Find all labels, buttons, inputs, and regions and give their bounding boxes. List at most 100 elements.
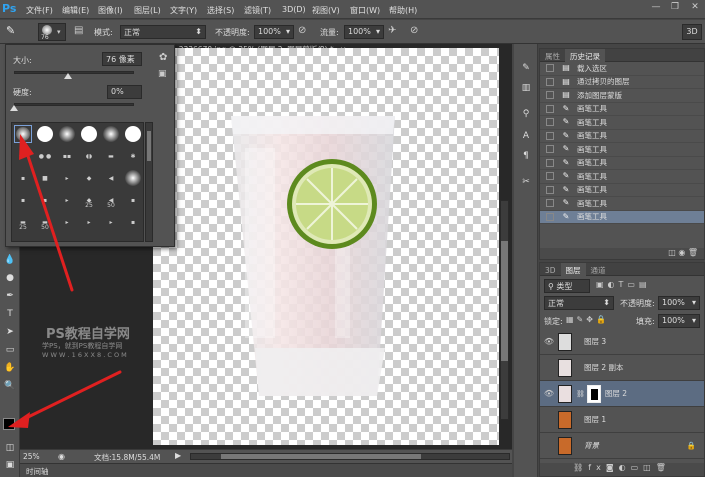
tab-3d[interactable]: 3D (540, 264, 561, 277)
hard-round-brush-preset[interactable] (80, 125, 98, 143)
timeline-label[interactable]: 时间轴 (26, 466, 49, 477)
blend-mode-select[interactable]: 正常 ⬍ (544, 296, 614, 310)
layer-row[interactable]: 图层 2 副本 (540, 355, 704, 381)
blur-tool-icon[interactable]: 💧 (3, 254, 17, 267)
layer-row[interactable]: 背景 🔒 (540, 433, 704, 459)
brush-preset[interactable]: ◆ 25 (80, 191, 98, 210)
trash-icon[interactable]: 🗑 (688, 248, 698, 257)
snapshot-checkbox[interactable] (546, 118, 554, 127)
soft-round-brush-preset[interactable] (102, 125, 120, 143)
brush-size-slider-thumb[interactable] (64, 73, 72, 79)
quick-mask-icon[interactable]: ◫ (3, 442, 17, 455)
brush-panel-toggle-icon[interactable]: ▤ (74, 25, 88, 39)
camera-icon[interactable]: ◉ (678, 248, 685, 257)
menu-edit[interactable]: 编辑(E) (62, 5, 89, 16)
brush-preset[interactable]: • • (14, 147, 32, 165)
history-item-selected[interactable]: ✎ 画笔工具 (540, 210, 704, 224)
flow-field[interactable]: 100% ▾ (344, 25, 384, 39)
clone-source-icon[interactable]: ⚲ (519, 108, 533, 121)
layer-opacity-field[interactable]: 100% ▾ (658, 296, 700, 310)
layer-row[interactable]: 图层 1 (540, 407, 704, 433)
adjustment-layer-icon[interactable]: ◐ (619, 463, 631, 472)
pressure-size-icon[interactable]: ⊘ (410, 25, 424, 39)
fill-field[interactable]: 100% ▾ (658, 314, 700, 328)
screen-mode-icon[interactable]: ▣ (3, 459, 17, 472)
brush-preset-picker[interactable]: 76 ▾ (38, 23, 66, 41)
snapshot-checkbox[interactable] (546, 185, 554, 194)
add-mask-icon[interactable]: ◙ (606, 463, 619, 472)
menu-view[interactable]: 视图(V) (312, 5, 340, 16)
brush-preset[interactable]: ◆ (80, 169, 98, 187)
brush-preset[interactable]: ◖◗ (80, 147, 98, 165)
expand-right-icon[interactable]: ▶ (175, 451, 181, 460)
menu-filter[interactable]: 滤镜(T) (244, 5, 271, 16)
brush-preset[interactable]: ◀ (102, 169, 120, 187)
mode-select[interactable]: 正常 ⬍ (120, 25, 206, 39)
soft-round-brush-preset[interactable] (14, 125, 32, 143)
hard-round-brush-preset[interactable] (36, 125, 54, 143)
brush-preset[interactable]: ▪ (36, 191, 54, 209)
close-icon[interactable]: ✕ (686, 2, 704, 16)
tab-channels[interactable]: 通道 (586, 263, 611, 278)
opacity-field[interactable]: 100% ▾ (254, 25, 294, 39)
brush-preset[interactable]: ▪▪ (58, 147, 76, 165)
soft-round-brush-preset[interactable] (58, 125, 76, 143)
brush-preset[interactable]: ▪ (14, 191, 32, 209)
menu-select[interactable]: 选择(S) (207, 5, 234, 16)
snapshot-checkbox[interactable] (546, 212, 554, 221)
brush-preset[interactable]: ▪ (124, 213, 142, 231)
share-icon[interactable]: ◉ (58, 452, 65, 461)
history-item[interactable]: ✎ 画笔工具 (540, 143, 704, 157)
history-item[interactable]: ▤ 通过拷贝的图层 (540, 76, 704, 89)
layer-row-selected[interactable]: 👁 ⛓ 图层 2 (540, 381, 704, 407)
tab-properties[interactable]: 属性 (540, 49, 565, 64)
brush-size-field[interactable]: 76 像素 (102, 52, 142, 66)
pressure-opacity-icon[interactable]: ⊘ (298, 25, 312, 39)
soft-round-brush-preset[interactable] (124, 169, 142, 187)
tab-history[interactable]: 历史记录 (565, 49, 605, 64)
brush-preset[interactable]: ▬ (102, 147, 120, 165)
type-tool-icon[interactable]: T (3, 308, 17, 321)
shape-tool-icon[interactable]: ▭ (3, 344, 17, 357)
menu-file[interactable]: 文件(F) (26, 5, 53, 16)
preset-scrollbar[interactable] (145, 122, 153, 242)
new-group-icon[interactable]: ▭ (631, 463, 644, 472)
pen-tool-icon[interactable]: ✒ (3, 290, 17, 303)
snapshot-checkbox[interactable] (546, 158, 554, 167)
history-item[interactable]: ✎ 画笔工具 (540, 130, 704, 143)
brush-preset[interactable]: ▸ (80, 213, 98, 231)
new-preset-icon[interactable]: ▣ (158, 69, 167, 79)
menu-image[interactable]: 图像(I) (98, 5, 123, 16)
history-item[interactable]: ✎ 画笔工具 (540, 157, 704, 170)
brush-hardness-slider-thumb[interactable] (10, 105, 18, 111)
menu-3d[interactable]: 3D(D) (282, 5, 306, 14)
character-icon[interactable]: A (519, 130, 533, 143)
menu-window[interactable]: 窗口(W) (350, 5, 380, 16)
brush-preset[interactable]: ▸ (58, 213, 76, 231)
brush-preset[interactable]: ● ● (36, 147, 54, 165)
airbrush-icon[interactable]: ✈ (388, 25, 402, 39)
history-item[interactable]: ✎ 画笔工具 (540, 170, 704, 184)
brush-preset[interactable]: ▬ 25 (14, 213, 32, 232)
layer-mask-thumbnail[interactable] (586, 384, 601, 403)
gear-icon[interactable]: ✿ (159, 52, 167, 63)
link-layers-icon[interactable]: ⛓ (573, 463, 588, 472)
brush-preset[interactable]: ▸ (58, 191, 76, 209)
history-item[interactable]: ✎ 画笔工具 (540, 103, 704, 116)
foreground-color-swatch[interactable] (3, 418, 15, 430)
brush-preset[interactable]: ▸ (58, 169, 76, 187)
history-item[interactable]: ✎ 画笔工具 (540, 197, 704, 211)
snapshot-checkbox[interactable] (546, 91, 554, 100)
layer-filter-kind[interactable]: ⚲ 类型 (544, 279, 590, 293)
minimize-icon[interactable]: — (647, 2, 665, 16)
3d-mode-button[interactable]: 3D (682, 24, 702, 40)
path-selection-tool-icon[interactable]: ➤ (3, 326, 17, 339)
paragraph-icon[interactable]: ¶ (519, 150, 533, 163)
visibility-eye-icon[interactable]: 👁 (540, 337, 558, 346)
tab-layers[interactable]: 图层 (560, 263, 586, 278)
brush-tool-icon[interactable]: ✎ (6, 24, 24, 40)
brush-hardness-field[interactable]: 0% (107, 85, 142, 99)
snapshot-checkbox[interactable] (546, 64, 554, 73)
preset-scrollbar-thumb[interactable] (147, 131, 151, 161)
horizontal-scrollbar[interactable] (190, 453, 510, 460)
